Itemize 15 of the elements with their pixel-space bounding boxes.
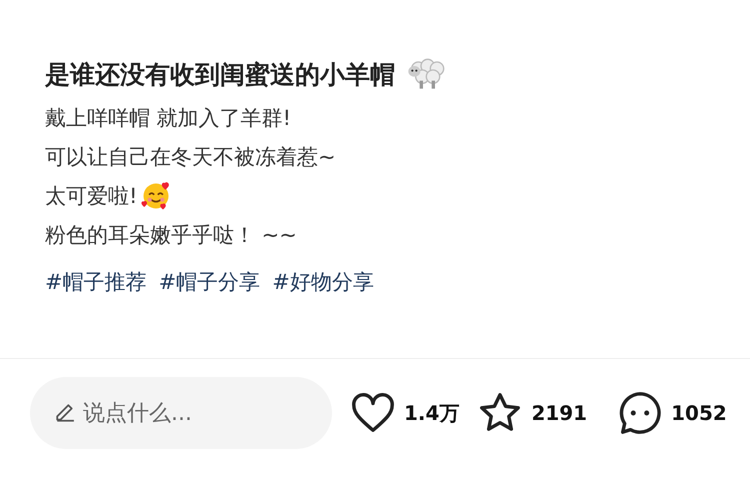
body-text: 太可爱啦!	[45, 182, 138, 210]
comment-field[interactable]: 说点什么...	[30, 377, 332, 449]
hashtag-link[interactable]: #帽子推荐	[45, 268, 147, 296]
count-label: 1052	[671, 401, 727, 425]
hashtag-link[interactable]: #好物分享	[272, 268, 374, 296]
smiling-face-icon	[141, 180, 172, 210]
post-title: 是谁还没有收到闺蜜送的小羊帽	[45, 58, 395, 90]
body-text: 可以让自己在冬天不被冻着惹~	[45, 144, 336, 170]
pen-icon	[55, 402, 75, 424]
count-label: 1.4万	[404, 400, 460, 426]
speech-bubble-icon[interactable]	[617, 390, 664, 436]
hashtag-link[interactable]: #帽子分享	[158, 268, 260, 296]
count-label: 2191	[531, 401, 588, 425]
body-text: 粉色的耳朵嫩乎乎哒！ ~~	[45, 222, 297, 248]
body-text: 戴上咩咩帽 就加入了羊群!	[45, 104, 292, 132]
